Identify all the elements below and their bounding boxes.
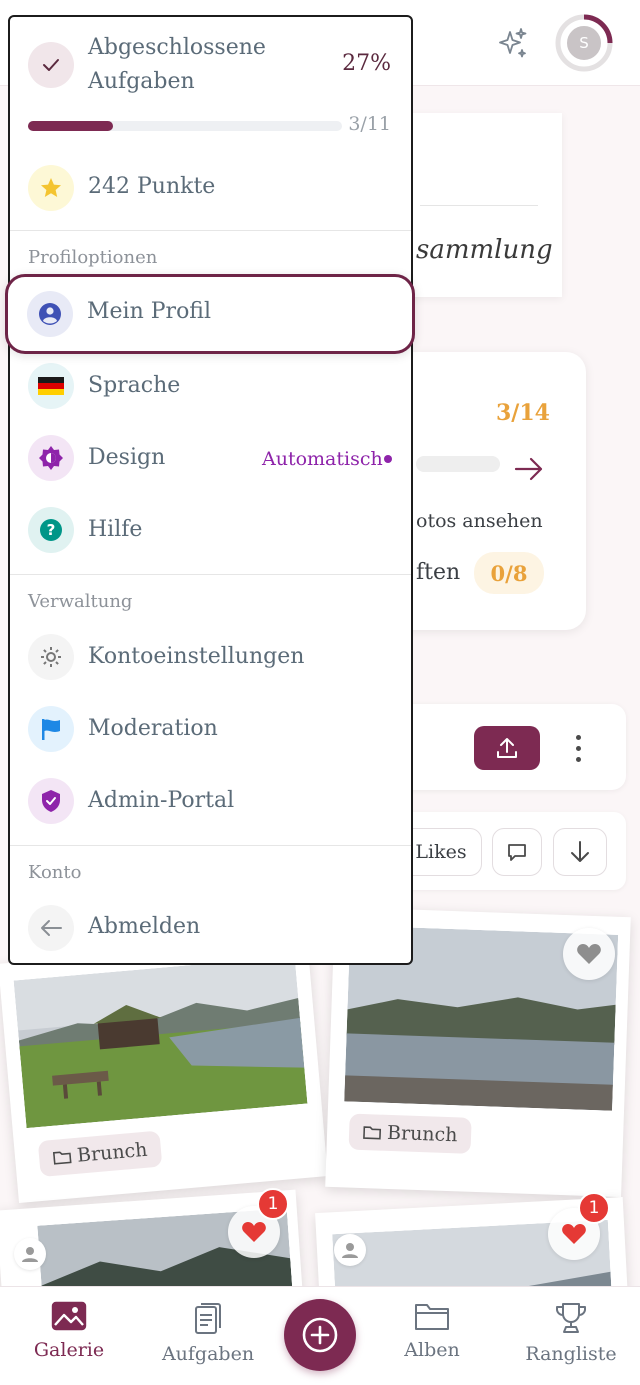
task-line: otos ansehen <box>416 510 543 532</box>
help-icon: ? <box>28 507 74 553</box>
section-title-account: Konto <box>28 862 82 883</box>
menu-item-sprache[interactable]: Sprache <box>88 373 180 398</box>
divider <box>10 845 411 846</box>
menu-item-mein-profil[interactable]: Mein Profil <box>5 274 415 354</box>
menu-item-admin-portal[interactable]: Admin-Portal <box>88 788 234 813</box>
nav-item-galerie[interactable]: Galerie <box>14 1301 124 1361</box>
clipboard-icon <box>195 1303 221 1334</box>
arrow-right-icon[interactable] <box>514 456 544 482</box>
arrow-left-icon <box>28 905 74 951</box>
nav-label: Galerie <box>33 1339 105 1361</box>
nav-item-aufgaben[interactable]: Aufgaben <box>153 1301 263 1365</box>
section-title-profile: Profiloptionen <box>28 247 158 268</box>
nav-label: Alben <box>404 1339 460 1361</box>
heart-icon <box>562 1224 586 1244</box>
theme-icon <box>28 435 74 481</box>
design-indicator-dot <box>384 455 392 463</box>
nav-label: Aufgaben <box>161 1343 255 1365</box>
divider <box>420 205 538 206</box>
task-count: 3/14 <box>496 400 550 426</box>
user-icon <box>27 291 73 337</box>
like-count-badge: 1 <box>578 1192 610 1224</box>
folder-icon <box>363 1126 382 1140</box>
sparkles-icon[interactable] <box>494 26 530 62</box>
menu-item-moderation[interactable]: Moderation <box>88 716 218 741</box>
svg-text:?: ? <box>47 521 56 539</box>
completed-tasks-count: 3/11 <box>348 113 391 135</box>
album-tag-label: Brunch <box>386 1121 458 1147</box>
points-label: 242 Punkte <box>88 174 216 199</box>
completed-tasks-bar <box>28 121 342 131</box>
user-icon <box>334 1234 366 1266</box>
completed-tasks-percent: 27% <box>342 51 391 76</box>
upload-button[interactable] <box>474 726 540 770</box>
heart-icon <box>242 1222 266 1242</box>
photo-card[interactable]: Brunch <box>0 936 328 1204</box>
menu-item-mein-profil-label: Mein Profil <box>87 299 212 324</box>
logout-button[interactable]: Abmelden <box>88 914 200 939</box>
gear-icon <box>28 634 74 680</box>
trophy-icon <box>556 1303 586 1333</box>
check-icon <box>28 42 74 88</box>
task-progress-bar <box>416 456 500 472</box>
like-count-badge: 1 <box>257 1188 289 1220</box>
plus-icon <box>302 1317 338 1353</box>
album-tag-label: Brunch <box>76 1138 149 1167</box>
divider <box>10 230 411 231</box>
shield-check-icon <box>28 778 74 824</box>
avatar[interactable]: S <box>565 24 603 62</box>
photo-image[interactable] <box>13 956 308 1129</box>
album-tag[interactable]: Brunch <box>37 1130 163 1178</box>
menu-item-design[interactable]: Design <box>88 445 165 470</box>
completed-tasks-label: Abgeschlossene Aufgaben <box>88 35 266 94</box>
menu-item-hilfe[interactable]: Hilfe <box>88 517 142 542</box>
comment-icon[interactable] <box>492 828 542 876</box>
image-icon <box>51 1301 87 1331</box>
profile-dropdown-menu: Abgeschlossene Aufgaben 27% 3/11 242 Pun… <box>8 15 413 965</box>
heart-icon <box>577 944 601 964</box>
nav-item-alben[interactable]: Alben <box>377 1301 487 1361</box>
flag-icon <box>28 706 74 752</box>
like-button[interactable] <box>563 928 615 980</box>
completed-tasks-bar-fill <box>28 121 113 131</box>
folder-icon <box>415 1304 449 1330</box>
folder-icon <box>52 1151 72 1165</box>
section-title-admin: Verwaltung <box>28 591 133 612</box>
album-card-title: sammlung <box>416 235 553 265</box>
album-tag[interactable]: Brunch <box>348 1113 473 1154</box>
add-photo-button[interactable] <box>284 1299 356 1371</box>
task-line: ften <box>416 560 461 585</box>
nav-item-rangliste[interactable]: Rangliste <box>516 1301 626 1365</box>
user-icon <box>14 1238 46 1270</box>
star-icon <box>28 165 74 211</box>
menu-item-kontoeinstellungen[interactable]: Kontoeinstellungen <box>88 644 304 669</box>
design-value[interactable]: Automatisch <box>262 448 383 470</box>
more-options-icon[interactable] <box>566 728 590 768</box>
task-count-pill: 0/8 <box>474 552 544 594</box>
upload-icon <box>497 738 517 758</box>
german-flag-icon <box>28 363 74 409</box>
divider <box>10 574 411 575</box>
nav-label: Rangliste <box>525 1343 617 1365</box>
arrow-down-icon[interactable] <box>553 828 607 876</box>
